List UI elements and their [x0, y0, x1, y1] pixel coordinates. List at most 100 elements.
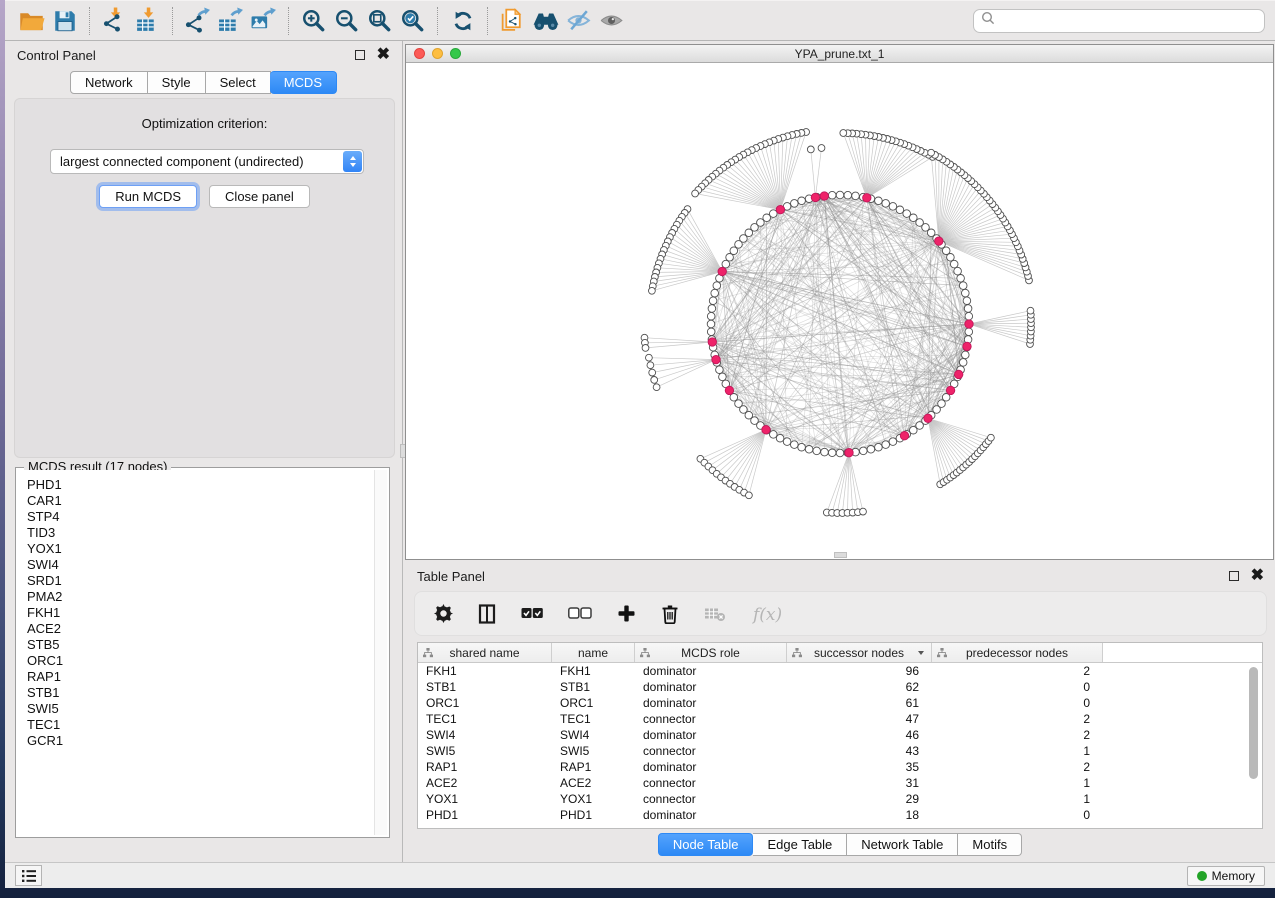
mcds-result-item[interactable]: ACE2 [18, 621, 387, 637]
memory-label: Memory [1212, 869, 1255, 883]
show-all-button[interactable] [595, 5, 628, 37]
function-builder-button: f(x) [751, 603, 785, 625]
table-row[interactable]: ACE2ACE2connector311 [418, 775, 1262, 791]
network-graph[interactable] [406, 64, 1273, 559]
mcds-result-item[interactable]: PMA2 [18, 589, 387, 605]
export-table-button[interactable] [214, 5, 247, 37]
column-header-MCDS-role[interactable]: MCDS role [635, 643, 787, 662]
settings-button[interactable] [434, 604, 453, 623]
column-header-successor-nodes[interactable]: successor nodes [787, 643, 932, 662]
hide-selected-button[interactable] [562, 5, 595, 37]
tab-motifs[interactable]: Motifs [958, 833, 1022, 856]
search-network-button[interactable] [529, 5, 562, 37]
column-selector-icon [478, 604, 496, 624]
search-box[interactable] [973, 9, 1265, 33]
tab-edge-table[interactable]: Edge Table [753, 833, 847, 856]
float-table-panel-icon[interactable] [1229, 571, 1239, 581]
close-table-panel-icon[interactable]: ✖ [1251, 571, 1264, 581]
table-row[interactable]: SWI5SWI5connector431 [418, 743, 1262, 759]
mcds-result-item[interactable]: STP4 [18, 509, 387, 525]
float-panel-icon[interactable] [355, 50, 365, 60]
mcds-result-item[interactable]: PHD1 [18, 477, 387, 493]
export-image-icon [250, 7, 277, 34]
export-network-button[interactable] [181, 5, 214, 37]
tab-mcds[interactable]: MCDS [270, 71, 337, 94]
dropdown-stepper-icon [343, 151, 362, 172]
criterion-dropdown[interactable]: largest connected component (undirected) [50, 149, 364, 174]
table-header-row: shared namenameMCDS rolesuccessor nodesp… [418, 643, 1262, 663]
zoom-fit-button[interactable] [363, 5, 396, 37]
mcds-result-item[interactable]: STB1 [18, 685, 387, 701]
table-toolbar: f(x) [414, 591, 1267, 636]
close-window-icon[interactable] [414, 48, 425, 59]
import-network-button[interactable] [98, 5, 131, 37]
add-column-button[interactable] [617, 604, 636, 623]
tab-select[interactable]: Select [206, 71, 271, 94]
node-table: shared namenameMCDS rolesuccessor nodesp… [417, 642, 1263, 829]
search-input[interactable] [995, 14, 1257, 28]
deselect-all-checkboxes-button[interactable] [568, 607, 592, 620]
table-row[interactable]: YOX1YOX1connector291 [418, 791, 1262, 807]
save-session-button[interactable] [48, 5, 81, 37]
table-row[interactable]: PHD1PHD1dominator180 [418, 807, 1262, 823]
column-header-shared-name[interactable]: shared name [418, 643, 552, 662]
network-canvas[interactable] [406, 64, 1273, 559]
minimize-window-icon[interactable] [432, 48, 443, 59]
zoom-selected-button[interactable] [396, 5, 429, 37]
mcds-result-item[interactable]: YOX1 [18, 541, 387, 557]
cell-predecessor-nodes: 0 [932, 808, 1103, 822]
delete-column-button[interactable] [661, 604, 679, 624]
mcds-result-list[interactable]: PHD1CAR1STP4TID3YOX1SWI4SRD1PMA2FKH1ACE2… [18, 470, 387, 835]
maximize-window-icon[interactable] [450, 48, 461, 59]
column-selector-button[interactable] [478, 604, 496, 624]
tab-node-table[interactable]: Node Table [658, 833, 754, 856]
network-window-titlebar[interactable]: YPA_prune.txt_1 [406, 45, 1273, 63]
task-history-button[interactable] [15, 865, 42, 886]
mcds-list-scrollbar[interactable] [374, 470, 387, 835]
close-panel-button[interactable]: Close panel [209, 185, 310, 208]
horizontal-splitter-handle[interactable] [834, 552, 847, 558]
import-table-icon [134, 7, 161, 34]
table-scrollbar[interactable] [1248, 667, 1259, 825]
mcds-result-item[interactable]: FKH1 [18, 605, 387, 621]
cell-shared-name: SWI4 [418, 728, 552, 742]
import-table-button[interactable] [131, 5, 164, 37]
mcds-result-item[interactable]: STB5 [18, 637, 387, 653]
table-row[interactable]: TEC1TEC1connector472 [418, 711, 1262, 727]
criterion-label: Optimization criterion: [15, 116, 394, 131]
table-row[interactable]: RAP1RAP1dominator352 [418, 759, 1262, 775]
refresh-button[interactable] [446, 5, 479, 37]
network-snapshot-button[interactable] [496, 5, 529, 37]
export-image-button[interactable] [247, 5, 280, 37]
table-row[interactable]: FKH1FKH1dominator962 [418, 663, 1262, 679]
show-all-icon [598, 7, 625, 34]
mcds-result-item[interactable]: GCR1 [18, 733, 387, 749]
close-panel-icon[interactable]: ✖ [377, 50, 390, 60]
zoom-selected-icon [400, 8, 426, 34]
mcds-result-item[interactable]: RAP1 [18, 669, 387, 685]
column-type-icon [423, 648, 433, 658]
toolbar-separator [172, 7, 173, 35]
mcds-result-item[interactable]: CAR1 [18, 493, 387, 509]
table-row[interactable]: ORC1ORC1dominator610 [418, 695, 1262, 711]
open-file-button[interactable] [15, 5, 48, 37]
cell-predecessor-nodes: 2 [932, 728, 1103, 742]
mcds-result-item[interactable]: TEC1 [18, 717, 387, 733]
tab-network[interactable]: Network [70, 71, 148, 94]
select-all-checkboxes-button[interactable] [521, 607, 543, 620]
tab-style[interactable]: Style [148, 71, 206, 94]
table-row[interactable]: SWI4SWI4dominator462 [418, 727, 1262, 743]
column-header-name[interactable]: name [552, 643, 635, 662]
mcds-result-item[interactable]: SWI4 [18, 557, 387, 573]
table-row[interactable]: STB1STB1dominator620 [418, 679, 1262, 695]
mcds-result-item[interactable]: SWI5 [18, 701, 387, 717]
memory-button[interactable]: Memory [1187, 866, 1265, 886]
mcds-result-item[interactable]: ORC1 [18, 653, 387, 669]
zoom-out-button[interactable] [330, 5, 363, 37]
mcds-result-item[interactable]: SRD1 [18, 573, 387, 589]
column-header-predecessor-nodes[interactable]: predecessor nodes [932, 643, 1103, 662]
mcds-result-item[interactable]: TID3 [18, 525, 387, 541]
run-mcds-button[interactable]: Run MCDS [99, 185, 197, 208]
zoom-in-button[interactable] [297, 5, 330, 37]
tab-network-table[interactable]: Network Table [847, 833, 958, 856]
